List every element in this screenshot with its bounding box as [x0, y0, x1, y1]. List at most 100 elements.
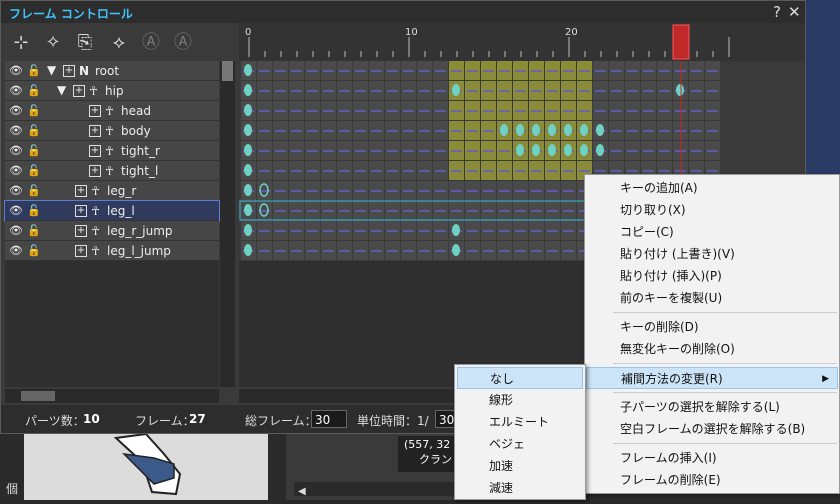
interp-bezier[interactable]: ベジェ: [457, 433, 583, 455]
keyframe[interactable]: [516, 124, 524, 136]
tree-row[interactable]: 👁 🔓 + ☥ leg_r_jump: [5, 221, 219, 241]
tree-row[interactable]: 👁 🔓 + ☥ leg_l: [4, 200, 220, 222]
tree-row[interactable]: 👁 🔓 + ☥ leg_r: [5, 181, 219, 201]
visibility-eye-icon[interactable]: 👁: [9, 204, 23, 217]
expand-box-icon[interactable]: +: [63, 65, 75, 77]
lock-open-icon[interactable]: 🔓: [27, 164, 41, 177]
expand-box-icon[interactable]: +: [89, 125, 101, 137]
copy-frames-icon[interactable]: ⎘: [73, 31, 97, 55]
menu-cut[interactable]: 切り取り(X): [586, 199, 838, 221]
keyframe[interactable]: [452, 84, 460, 96]
keyframe[interactable]: [516, 144, 524, 156]
menu-deselect-empty-frames[interactable]: 空白フレームの選択を解除する(B): [586, 418, 838, 440]
menu-delete-unchanged-keys[interactable]: 無変化キーの削除(O): [586, 338, 838, 360]
lock-open-icon[interactable]: 🔓: [27, 184, 41, 197]
canvas-preview[interactable]: ◀: [24, 432, 454, 500]
menu-delete-frame[interactable]: フレームの削除(E): [586, 469, 838, 491]
visibility-eye-icon[interactable]: 👁: [9, 124, 23, 137]
tool-icon[interactable]: ⟡: [107, 31, 131, 55]
menu-copy[interactable]: コピー(C): [586, 221, 838, 243]
keyframe[interactable]: [580, 144, 588, 156]
keyframe[interactable]: [532, 144, 540, 156]
visibility-eye-icon[interactable]: 👁: [9, 144, 23, 157]
keyframe[interactable]: [244, 84, 252, 96]
help-button[interactable]: ?: [773, 3, 781, 21]
menu-deselect-child-parts[interactable]: 子パーツの選択を解除する(L): [586, 396, 838, 418]
collapse-triangle-icon[interactable]: ▼: [47, 63, 56, 77]
undo-a-icon[interactable]: Ⓐ: [139, 31, 163, 55]
lock-open-icon[interactable]: 🔓: [27, 224, 41, 237]
frame-ruler[interactable]: 0 10 20: [239, 23, 805, 61]
keyframe[interactable]: [548, 144, 556, 156]
visibility-eye-icon[interactable]: 👁: [9, 164, 23, 177]
keyframe[interactable]: [244, 244, 252, 256]
lock-open-icon[interactable]: 🔓: [27, 84, 41, 97]
tree-hscroll-thumb[interactable]: [21, 391, 55, 401]
tree-row[interactable]: 👁 🔓 ▼ + ☥ hip: [5, 81, 219, 101]
keyframe[interactable]: [676, 84, 684, 96]
keyframe[interactable]: [532, 124, 540, 136]
keyframe[interactable]: [564, 124, 572, 136]
interp-linear[interactable]: 線形: [457, 389, 583, 411]
lock-open-icon[interactable]: 🔓: [27, 204, 41, 217]
tree-row[interactable]: 👁 🔓 + ☥ tight_r: [5, 141, 219, 161]
expand-box-icon[interactable]: +: [73, 85, 85, 97]
interp-hermite[interactable]: エルミート: [457, 411, 583, 433]
menu-duplicate-prev-key[interactable]: 前のキーを複製(U): [586, 287, 838, 309]
keyframe[interactable]: [244, 64, 252, 76]
keyframe[interactable]: [244, 184, 252, 196]
lock-open-icon[interactable]: 🔓: [27, 144, 41, 157]
keyframe[interactable]: [244, 104, 252, 116]
expand-box-icon[interactable]: +: [75, 225, 87, 237]
visibility-eye-icon[interactable]: 👁: [9, 104, 23, 117]
visibility-eye-icon[interactable]: 👁: [9, 84, 23, 97]
lock-open-icon[interactable]: 🔓: [27, 104, 41, 117]
menu-paste-overwrite[interactable]: 貼り付け (上書き)(V): [586, 243, 838, 265]
menu-delete-key[interactable]: キーの削除(D): [586, 316, 838, 338]
visibility-eye-icon[interactable]: 👁: [9, 224, 23, 237]
interp-ease-out[interactable]: 減速: [457, 477, 583, 499]
keyframe[interactable]: [500, 124, 508, 136]
tree-vertical-scrollbar[interactable]: [220, 61, 235, 387]
menu-insert-frame[interactable]: フレームの挿入(I): [586, 447, 838, 469]
keyframe[interactable]: [580, 124, 588, 136]
expand-box-icon[interactable]: +: [89, 165, 101, 177]
tree-row[interactable]: 👁 🔓 + ☥ body: [5, 121, 219, 141]
playhead-marker[interactable]: [672, 24, 690, 60]
keyframe[interactable]: [244, 224, 252, 236]
keyframe[interactable]: [244, 124, 252, 136]
expand-box-icon[interactable]: +: [75, 185, 87, 197]
keyframe[interactable]: [244, 164, 252, 176]
keyframe[interactable]: [244, 144, 252, 156]
keyframe[interactable]: [596, 144, 604, 156]
menu-change-interpolation[interactable]: 補間方法の変更(R) ▶: [586, 367, 838, 389]
keyframe[interactable]: [452, 244, 460, 256]
tree-row[interactable]: 👁 🔓 + ☥ leg_l_jump: [5, 241, 219, 261]
expand-box-icon[interactable]: +: [75, 245, 87, 257]
visibility-eye-icon[interactable]: 👁: [9, 244, 23, 257]
add-parts-icon[interactable]: ⊹: [9, 31, 33, 55]
keyframe[interactable]: [564, 144, 572, 156]
close-button[interactable]: ✕: [788, 3, 801, 21]
interp-none[interactable]: なし: [457, 367, 583, 389]
interp-ease-in[interactable]: 加速: [457, 455, 583, 477]
expand-box-icon[interactable]: +: [75, 205, 87, 217]
menu-add-key[interactable]: キーの追加(A): [586, 177, 838, 199]
lock-open-icon[interactable]: 🔓: [27, 64, 41, 77]
visibility-eye-icon[interactable]: 👁: [9, 64, 23, 77]
menu-paste-insert[interactable]: 貼り付け (挿入)(P): [586, 265, 838, 287]
visibility-eye-icon[interactable]: 👁: [9, 184, 23, 197]
lock-open-icon[interactable]: 🔓: [27, 244, 41, 257]
tree-row[interactable]: 👁 🔓 ▼ + Nroot: [5, 61, 219, 81]
lock-open-icon[interactable]: 🔓: [27, 124, 41, 137]
tree-row[interactable]: 👁 🔓 + ☥ tight_l: [5, 161, 219, 181]
expand-box-icon[interactable]: +: [89, 105, 101, 117]
keyframe[interactable]: [244, 204, 252, 216]
tree-row[interactable]: 👁 🔓 + ☥ head: [5, 101, 219, 121]
keyframe[interactable]: [548, 124, 556, 136]
tree-scroll-thumb[interactable]: [222, 61, 233, 81]
delete-parts-icon[interactable]: ✧: [41, 31, 65, 55]
keyframe[interactable]: [452, 224, 460, 236]
collapse-triangle-icon[interactable]: ▼: [57, 83, 66, 97]
total-frames-input[interactable]: 30: [311, 410, 347, 428]
